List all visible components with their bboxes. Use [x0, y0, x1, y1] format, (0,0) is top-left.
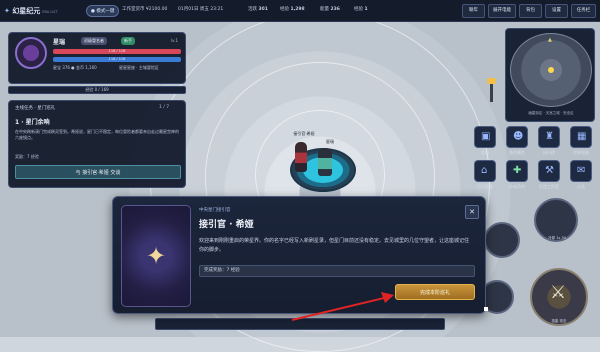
annotation-arrow [291, 292, 394, 321]
cursor-marker [484, 307, 488, 311]
